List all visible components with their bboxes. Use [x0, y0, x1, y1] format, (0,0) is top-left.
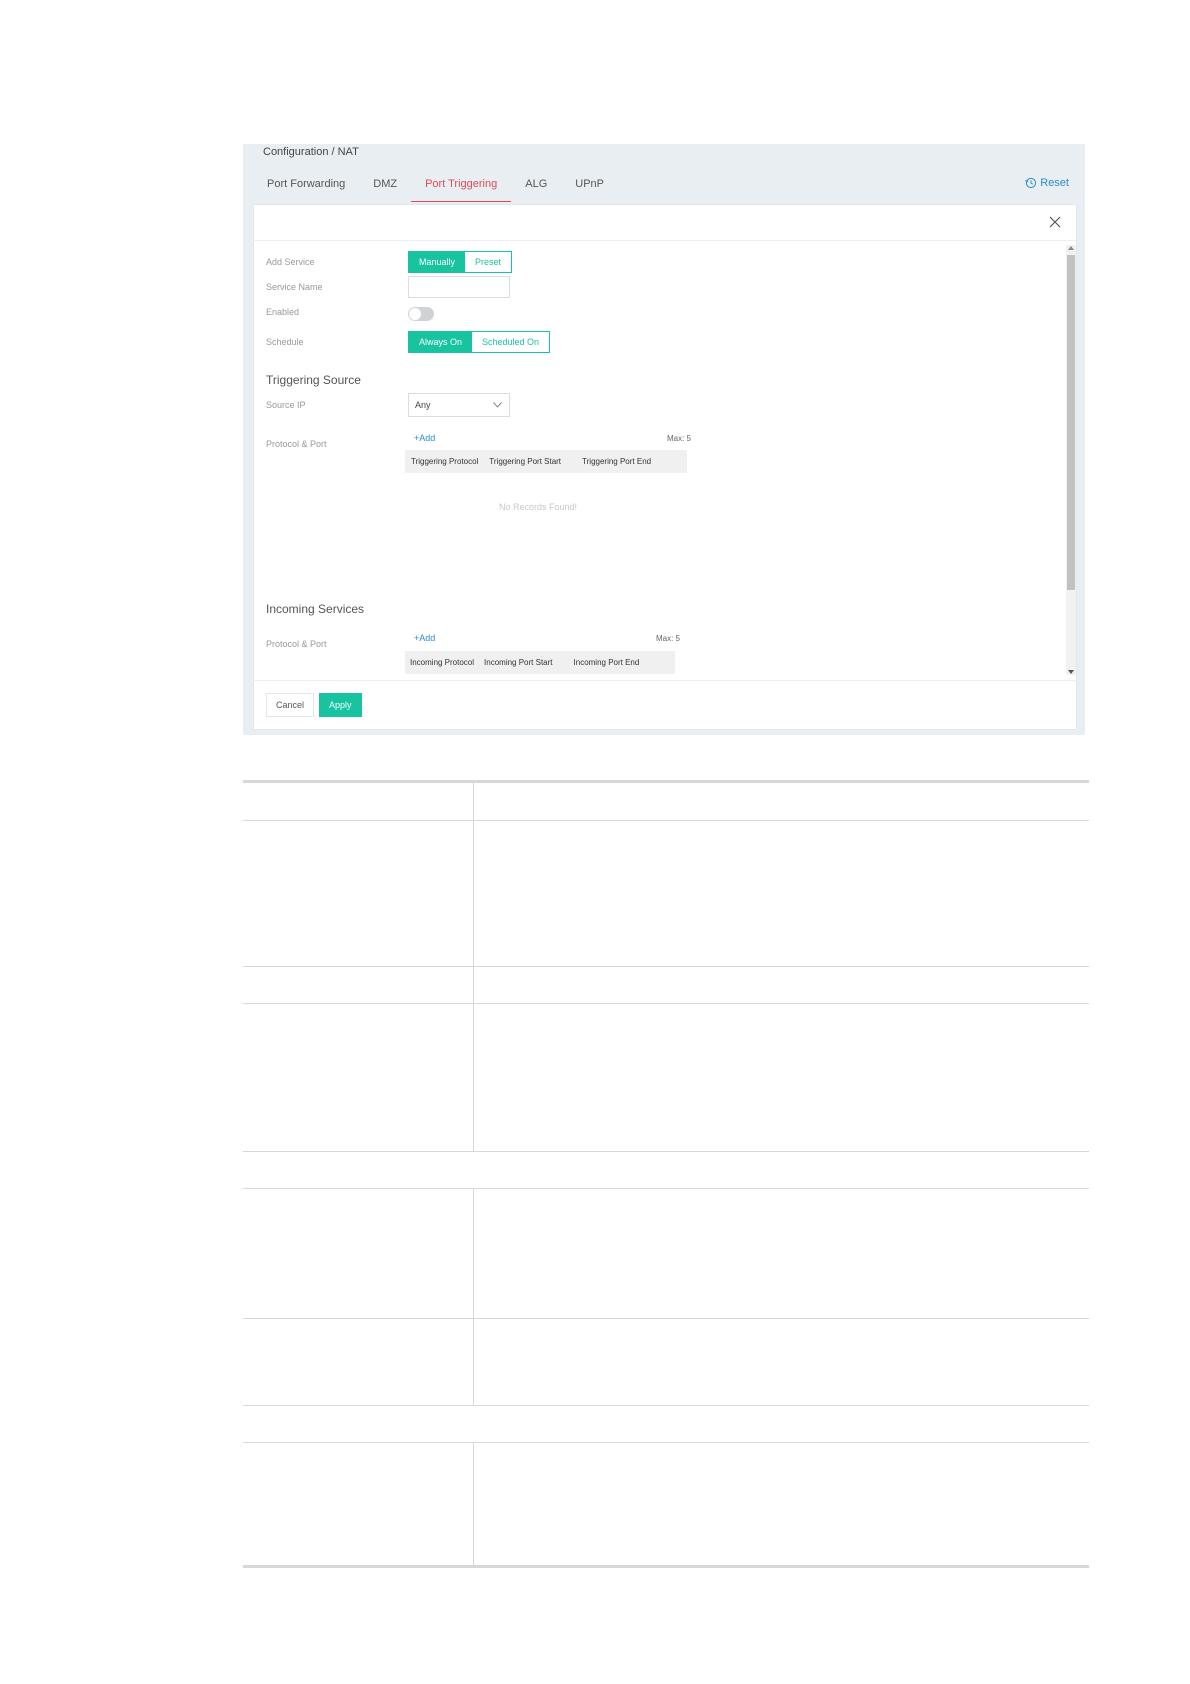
- add-service-toggle: Manually Preset: [408, 251, 513, 273]
- scroll-down-arrow-icon[interactable]: [1068, 670, 1074, 674]
- tab-dmz[interactable]: DMZ: [359, 178, 411, 202]
- incoming-max-label: Max: 5: [656, 634, 681, 643]
- col-incoming-port-start: Incoming Port Start: [484, 658, 553, 667]
- service-name-input[interactable]: [408, 276, 510, 298]
- add-service-modal: Add Service Manually Preset Service Name…: [253, 204, 1078, 731]
- reset-button[interactable]: Reset: [1025, 177, 1069, 189]
- add-service-label: Add Service: [266, 257, 315, 267]
- col-triggering-port-start: Triggering Port Start: [489, 457, 562, 466]
- incoming-services-title: Incoming Services: [266, 602, 365, 616]
- modal-footer: Cancel Apply: [254, 680, 1078, 731]
- tab-port-forwarding[interactable]: Port Forwarding: [263, 178, 359, 202]
- column-divider: [473, 1189, 474, 1405]
- modal-body: Add Service Manually Preset Service Name…: [254, 241, 1078, 680]
- trigger-max-label: Max: 5: [667, 434, 692, 443]
- table-divider: [243, 1442, 1089, 1443]
- table-bottom-rule: [243, 1565, 1089, 1568]
- table-divider: [243, 1405, 1089, 1406]
- incoming-protocol-port-label: Protocol & Port: [266, 639, 327, 649]
- col-incoming-port-end: Incoming Port End: [573, 658, 640, 667]
- trigger-protocol-port-label: Protocol & Port: [266, 439, 327, 449]
- chevron-down-icon: [493, 402, 502, 408]
- history-icon: [1025, 177, 1037, 189]
- table-divider: [243, 820, 1089, 821]
- tab-bar: Port Forwarding DMZ Port Triggering ALG …: [263, 178, 618, 202]
- trigger-table-header: Triggering Protocol Triggering Port Star…: [405, 450, 687, 473]
- option-manually[interactable]: Manually: [409, 252, 466, 272]
- modal-scrollbar[interactable]: [1066, 245, 1076, 675]
- source-ip-select[interactable]: Any: [408, 393, 510, 417]
- table-divider: [243, 1318, 1089, 1319]
- option-always-on[interactable]: Always On: [409, 332, 473, 352]
- nat-config-screenshot: Configuration / NAT Port Forwarding DMZ …: [243, 144, 1085, 735]
- col-triggering-protocol: Triggering Protocol: [411, 457, 479, 466]
- col-triggering-port-end: Triggering Port End: [582, 457, 652, 466]
- option-preset[interactable]: Preset: [465, 252, 511, 272]
- triggering-source-title: Triggering Source: [266, 373, 361, 387]
- cancel-button[interactable]: Cancel: [266, 693, 315, 717]
- tab-port-triggering[interactable]: Port Triggering: [411, 178, 512, 202]
- source-ip-value: Any: [415, 400, 431, 410]
- enabled-switch[interactable]: [408, 307, 434, 321]
- table-divider: [243, 1151, 1089, 1152]
- close-icon[interactable]: [1048, 215, 1062, 229]
- no-records-text: No Records Found!: [499, 502, 578, 512]
- option-scheduled-on[interactable]: Scheduled On: [472, 332, 549, 352]
- scroll-thumb[interactable]: [1067, 255, 1075, 590]
- schedule-toggle: Always On Scheduled On: [408, 331, 551, 353]
- table-divider: [243, 1188, 1089, 1189]
- add-incoming-button[interactable]: +Add: [414, 633, 435, 643]
- schedule-label: Schedule: [266, 337, 304, 347]
- column-divider: [473, 1443, 474, 1565]
- enabled-label: Enabled: [266, 307, 300, 317]
- add-trigger-button[interactable]: +Add: [414, 433, 435, 443]
- modal-header: [254, 205, 1076, 241]
- scroll-up-arrow-icon[interactable]: [1068, 246, 1074, 250]
- service-name-label: Service Name: [266, 282, 323, 292]
- col-incoming-protocol: Incoming Protocol: [410, 658, 475, 667]
- apply-button[interactable]: Apply: [319, 693, 362, 717]
- reset-label: Reset: [1040, 177, 1069, 189]
- source-ip-label: Source IP: [266, 400, 306, 410]
- table-divider: [243, 1003, 1089, 1004]
- column-divider: [473, 783, 474, 1151]
- tab-upnp[interactable]: UPnP: [561, 178, 618, 202]
- breadcrumb: Configuration / NAT: [263, 146, 359, 158]
- incoming-table-header: Incoming Protocol Incoming Port Start In…: [405, 651, 675, 674]
- table-divider: [243, 966, 1089, 967]
- table-top-rule: [243, 780, 1089, 783]
- tab-alg[interactable]: ALG: [511, 178, 561, 202]
